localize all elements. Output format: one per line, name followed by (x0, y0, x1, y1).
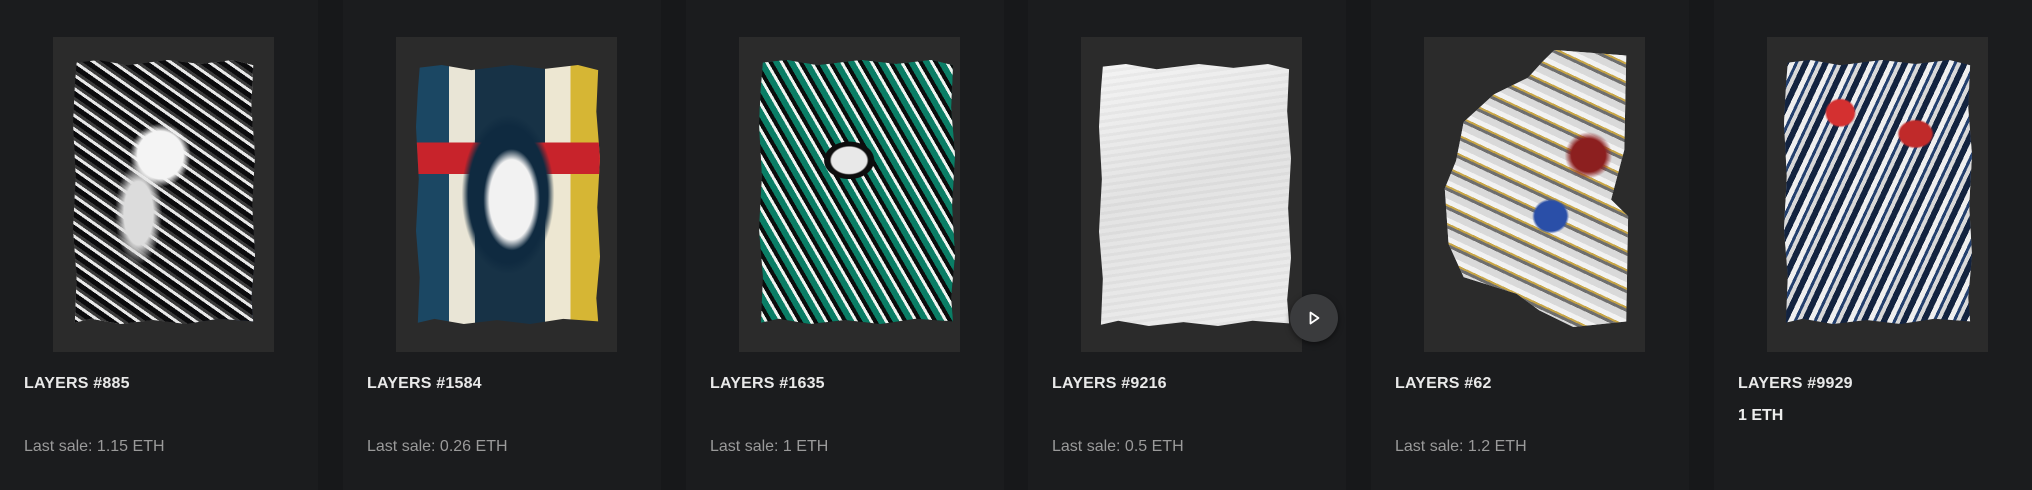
nft-title[interactable]: LAYERS #62 (1395, 375, 1492, 393)
play-button[interactable] (1290, 294, 1338, 342)
last-sale-text: Last sale: 0.5 ETH (1052, 438, 1184, 455)
last-sale-text: Last sale: 0.26 ETH (367, 438, 508, 455)
nft-title[interactable]: LAYERS #1584 (367, 375, 482, 393)
nft-artwork-image[interactable] (1444, 50, 1629, 327)
nft-title[interactable]: LAYERS #9929 (1738, 375, 1853, 393)
nft-card[interactable]: LAYERS #9216 Last sale: 0.5 ETH (1028, 0, 1346, 490)
nft-card[interactable]: LAYERS #1584 Last sale: 0.26 ETH (343, 0, 661, 490)
nft-media-frame[interactable] (1081, 37, 1302, 352)
play-icon (1309, 311, 1320, 325)
nft-media-frame[interactable] (396, 37, 617, 352)
nft-title[interactable]: LAYERS #9216 (1052, 375, 1167, 393)
nft-artwork-image[interactable] (73, 60, 255, 324)
nft-card[interactable]: LAYERS #885 Last sale: 1.15 ETH (0, 0, 318, 490)
nft-card[interactable]: LAYERS #1635 Last sale: 1 ETH (686, 0, 1004, 490)
nft-artwork-image[interactable] (416, 65, 600, 324)
last-sale-text: Last sale: 1.15 ETH (24, 438, 165, 455)
price-text: 1 ETH (1738, 407, 1784, 424)
last-sale-text: Last sale: 1 ETH (710, 438, 829, 455)
nft-media-frame[interactable] (1767, 37, 1988, 352)
nft-media-frame[interactable] (1424, 37, 1645, 352)
nft-title[interactable]: LAYERS #1635 (710, 375, 825, 393)
nft-card[interactable]: LAYERS #9929 1 ETH (1714, 0, 2032, 490)
nft-artwork-image[interactable] (759, 60, 955, 324)
last-sale-text: Last sale: 1.2 ETH (1395, 438, 1527, 455)
nft-title[interactable]: LAYERS #885 (24, 375, 130, 393)
nft-artwork-image[interactable] (1784, 60, 1972, 324)
nft-media-frame[interactable] (739, 37, 960, 352)
nft-grid: LAYERS #885 Last sale: 1.15 ETH LAYERS #… (0, 0, 2032, 490)
nft-media-frame[interactable] (53, 37, 274, 352)
nft-card[interactable]: LAYERS #62 Last sale: 1.2 ETH (1371, 0, 1689, 490)
nft-artwork-image[interactable] (1099, 64, 1291, 326)
